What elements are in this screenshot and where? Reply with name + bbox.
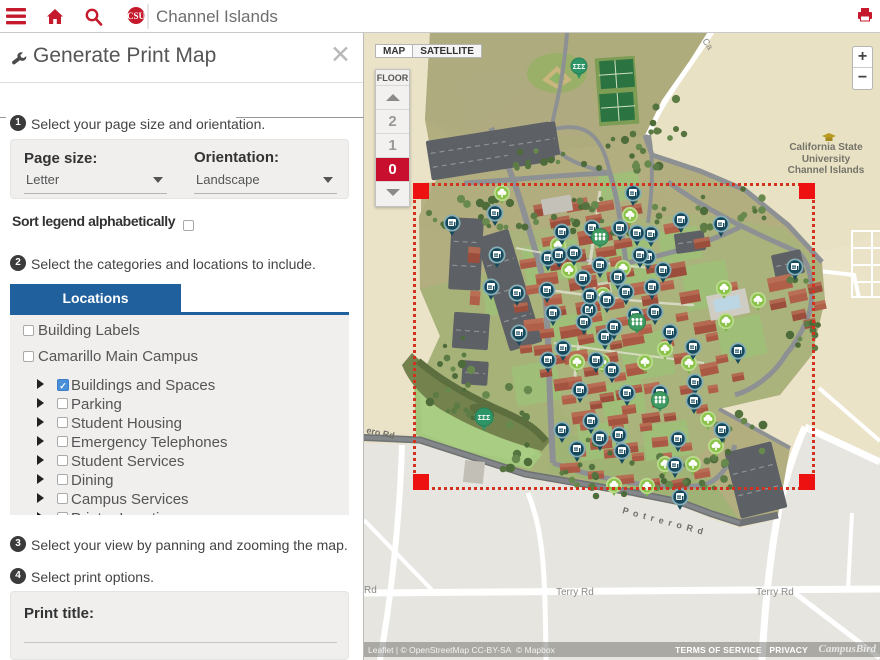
svg-text:Terry Rd: Terry Rd [756,587,794,598]
svg-text:Rd: Rd [364,585,377,596]
svg-text:CSU: CSU [127,11,146,21]
svg-text:ΣΣΣ: ΣΣΣ [573,64,586,71]
svg-text:Terry Rd: Terry Rd [556,587,594,598]
svg-text:Channel Islands: Channel Islands [156,7,278,26]
